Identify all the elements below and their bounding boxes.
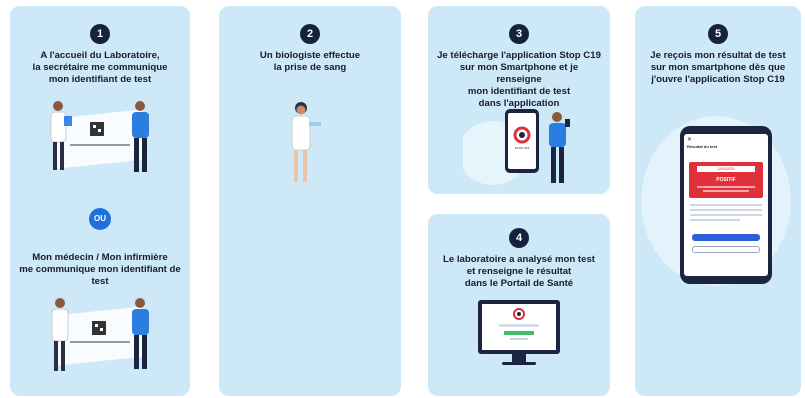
step-2-text: Un biologiste effectue la prise de sang: [227, 50, 393, 74]
alt-line-2: me communique mon identifiant de: [19, 264, 181, 275]
smartphone-download-illustration: STOP C19: [463, 109, 570, 185]
result-header: Résultat du test: [687, 144, 718, 149]
step-number-1: 1: [90, 24, 110, 44]
biologist-illustration: [291, 102, 321, 182]
alt-text: Mon médecin / Mon infirmière me communiq…: [18, 252, 182, 288]
step-1-line-2: la secrétaire me communique: [32, 62, 168, 73]
user-figure: [549, 112, 570, 183]
step-card-1: 1 A l'accueil du Laboratoire, la secréta…: [10, 6, 190, 396]
step-3-text: Je télécharge l'application Stop C19 sur…: [436, 50, 602, 110]
step-card-5: 5 Je reçois mon résultat de test sur mon…: [635, 6, 801, 396]
step-5-line-2: sur mon smartphone dès que: [650, 62, 786, 73]
alt-line-1: Mon médecin / Mon infirmière: [32, 252, 168, 263]
result-caption-line: [697, 186, 755, 188]
alt-line-3: test: [91, 276, 109, 287]
result-date: 12/04/2021: [697, 166, 755, 172]
step-5-line-3: j'ouvre l'application Stop C19: [651, 74, 785, 85]
step-number-5: 5: [708, 24, 728, 44]
result-panel: 12/04/2021 POSITIF: [689, 162, 763, 198]
or-badge: OU: [89, 208, 111, 230]
qr-code-icon: [92, 321, 106, 335]
secondary-action-button[interactable]: [692, 246, 760, 253]
step-3-line-2: sur mon Smartphone et je renseigne: [459, 62, 579, 85]
step-4-line-1: Le laboratoire a analysé mon test: [443, 254, 595, 265]
step-5-text: Je reçois mon résultat de test sur mon s…: [643, 50, 793, 86]
test-tube-icon: [309, 122, 321, 126]
step-number-2: 2: [300, 24, 320, 44]
smartphone-result: ✕ Résultat du test 12/04/2021 POSITIF: [680, 126, 772, 284]
step-5-line-1: Je reçois mon résultat de test: [650, 50, 786, 61]
step-1-text: A l'accueil du Laboratoire, la secrétair…: [18, 50, 182, 86]
close-icon[interactable]: ✕: [687, 136, 692, 143]
result-value: POSITIF: [716, 177, 736, 183]
app-name-text: STOP C19: [515, 146, 530, 150]
step-number-3: 3: [509, 24, 529, 44]
step-card-3: 3 Je télécharge l'application Stop C19 s…: [428, 6, 610, 194]
doctor-illustration: [51, 298, 149, 371]
result-caption-line-2: [703, 190, 749, 192]
step-1-line-1: A l'accueil du Laboratoire,: [40, 50, 160, 61]
step-number-4: 4: [509, 228, 529, 248]
reception-illustration: [50, 101, 149, 172]
barcode-icon: [90, 122, 104, 136]
step-4-text: Le laboratoire a analysé mon test et ren…: [436, 254, 602, 290]
info-text-lines: [690, 204, 762, 221]
primary-action-button[interactable]: [692, 234, 760, 241]
step-3-line-1: Je télécharge l'application Stop C19: [437, 50, 601, 61]
step-2-line-1: Un biologiste effectue: [259, 50, 361, 61]
computer-illustration: [478, 300, 560, 365]
step-2-line-2: la prise de sang: [273, 62, 347, 73]
step-4-line-2: et renseigne le résultat: [466, 266, 572, 277]
step-3-line-3: mon identifiant de test: [467, 86, 571, 97]
step-4-line-3: dans le Portail de Santé: [464, 278, 574, 289]
step-card-2: 2 Un biologiste effectue la prise de san…: [219, 6, 401, 396]
step-card-4: 4 Le laboratoire a analysé mon test et r…: [428, 214, 610, 396]
phone-screen: ✕ Résultat du test 12/04/2021 POSITIF: [684, 134, 768, 276]
step-1-line-3: mon identifiant de test: [48, 74, 152, 85]
